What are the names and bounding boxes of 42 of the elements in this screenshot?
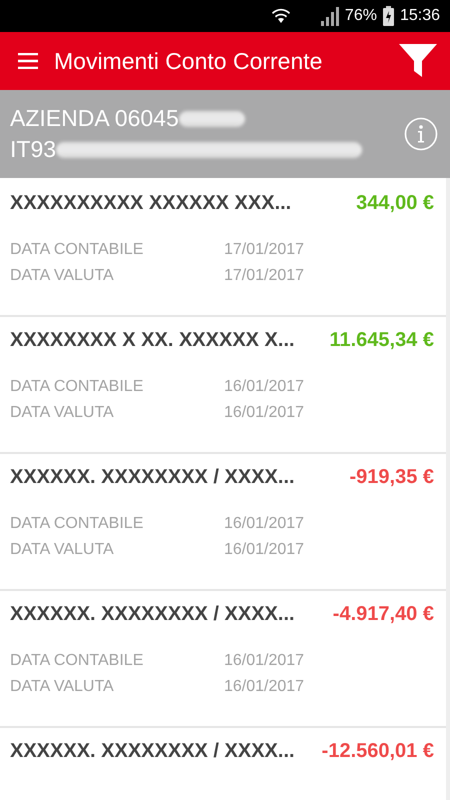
date-value: 17/01/2017 [224, 241, 304, 259]
clock-time: 15:36 [400, 7, 440, 25]
movement-amount: -4.917,40 € [332, 603, 434, 626]
movement-card[interactable]: XXXXXXXXXX XXXXXX XXX... 344,00 € DATA CONTABILE 17/01/2017 DATA VALUTA 17/01/2017 [0, 178, 446, 315]
movement-amount: 344,00 € [356, 192, 434, 215]
movement-amount: 11.645,34 € [329, 329, 434, 352]
date-label: DATA VALUTA [10, 541, 115, 559]
movement-description: XXXXXXXX X XX. XXXXXX X... [10, 329, 295, 352]
movement-description: XXXXXXXXXX XXXXXX XXX... [10, 192, 292, 215]
date-value: 17/01/2017 [224, 267, 304, 285]
movement-amount: -12.560,01 € [322, 740, 434, 763]
date-label: DATA VALUTA [10, 678, 115, 696]
battery-percentage: 76% [344, 7, 377, 25]
date-label: DATA CONTABILE [10, 652, 144, 670]
account-name: AZIENDA 06045 [10, 105, 179, 132]
date-label: DATA CONTABILE [10, 515, 144, 533]
menu-icon[interactable] [18, 53, 38, 69]
wifi-icon [270, 8, 291, 24]
date-label: DATA CONTABILE [10, 241, 144, 259]
battery-icon [382, 6, 394, 26]
signal-icon [318, 6, 339, 26]
date-value: 16/01/2017 [224, 652, 304, 670]
date-label: DATA VALUTA [10, 267, 115, 285]
account-iban: IT93 [10, 136, 56, 163]
date-value: 16/01/2017 [224, 515, 304, 533]
movement-card[interactable]: XXXXXX. XXXXXXXX / XXXX... -4.917,40 € DATA CONTABILE 16/01/2017 DATA VALUTA 16/01/2017 [0, 589, 446, 726]
date-value: 16/01/2017 [224, 404, 304, 422]
date-value: 16/01/2017 [224, 541, 304, 559]
movement-amount: -919,35 € [349, 466, 434, 489]
movement-card[interactable]: XXXXXX. XXXXXXXX / XXXX... -12.560,01 € [0, 726, 446, 800]
redaction-mark [178, 110, 245, 126]
movement-description: XXXXXX. XXXXXXXX / XXXX... [10, 466, 295, 489]
date-value: 16/01/2017 [224, 378, 304, 396]
app-title: Movimenti Conto Corrente [54, 48, 324, 74]
date-label: DATA VALUTA [10, 404, 115, 422]
movement-description: XXXXXX. XXXXXXXX / XXXX... [10, 603, 295, 626]
movement-card[interactable]: XXXXXXXX X XX. XXXXXX X... 11.645,34 € DATA CONTABILE 16/01/2017 DATA VALUTA 16/01/2017 [0, 315, 446, 452]
date-label: DATA CONTABILE [10, 378, 144, 396]
movement-description: XXXXXX. XXXXXXXX / XXXX... [10, 740, 295, 763]
movement-card[interactable]: XXXXXX. XXXXXXXX / XXXX... -919,35 € DATA CONTABILE 16/01/2017 DATA VALUTA 16/01/2017 [0, 452, 446, 589]
date-value: 16/01/2017 [224, 678, 304, 696]
filter-icon[interactable] [398, 43, 438, 79]
